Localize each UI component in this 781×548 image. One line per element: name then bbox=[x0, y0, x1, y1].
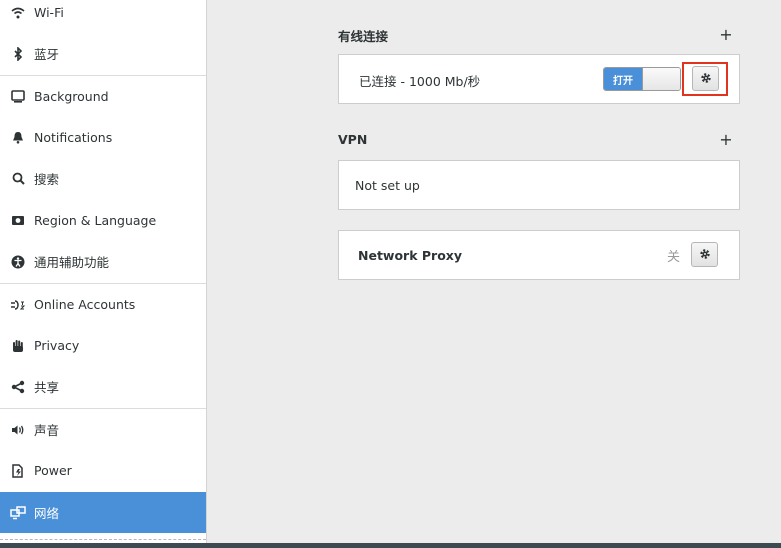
sidebar-item-wifi[interactable]: Wi-Fi bbox=[0, 0, 206, 33]
add-wired-button[interactable]: + bbox=[718, 27, 734, 43]
switch-on-label: 打开 bbox=[604, 68, 642, 90]
proxy-state-label: 关 bbox=[667, 250, 681, 265]
sidebar-item-accessibility[interactable]: 通用辅助功能 bbox=[0, 241, 206, 282]
wired-status: 已连接 - 1000 Mb/秒 bbox=[359, 74, 481, 89]
vpn-status: Not set up bbox=[355, 178, 420, 193]
sidebar-item-label: Power bbox=[34, 463, 72, 478]
sidebar-item-label: 共享 bbox=[34, 380, 60, 395]
sidebar-item-notifications[interactable]: Notifications bbox=[0, 117, 206, 158]
speaker-icon bbox=[10, 422, 26, 438]
sidebar-item-label: Notifications bbox=[34, 130, 113, 145]
sidebar-item-online-accounts[interactable]: Online Accounts bbox=[0, 284, 206, 325]
privacy-hand-icon bbox=[10, 338, 26, 354]
switch-knob bbox=[642, 68, 680, 90]
sidebar-item-label: Online Accounts bbox=[34, 297, 136, 312]
power-icon bbox=[10, 463, 26, 479]
sidebar-item-label: 声音 bbox=[34, 423, 60, 438]
add-vpn-button[interactable]: + bbox=[718, 132, 734, 148]
sidebar-item-label: 蓝牙 bbox=[34, 47, 60, 62]
vpn-panel: Not set up bbox=[338, 160, 740, 210]
proxy-settings-button[interactable] bbox=[691, 242, 718, 267]
bell-icon bbox=[10, 130, 26, 146]
sidebar-item-label: Wi-Fi bbox=[34, 5, 64, 20]
sidebar-item-sound[interactable]: 声音 bbox=[0, 409, 206, 450]
sidebar-item-sharing[interactable]: 共享 bbox=[0, 366, 206, 407]
sidebar-item-region-language[interactable]: Region & Language bbox=[0, 200, 206, 241]
scroll-edge bbox=[0, 539, 206, 540]
sidebar-item-network[interactable]: 网络 bbox=[0, 492, 206, 533]
sidebar-item-label: Background bbox=[34, 89, 109, 104]
gear-icon bbox=[699, 245, 711, 264]
sidebar-item-label: Region & Language bbox=[34, 213, 157, 228]
sidebar-item-label: 通用辅助功能 bbox=[34, 255, 110, 270]
sidebar-item-power[interactable]: Power bbox=[0, 450, 206, 491]
region-icon bbox=[10, 213, 26, 229]
sidebar-item-label: 搜索 bbox=[34, 172, 60, 187]
network-proxy-label: Network Proxy bbox=[358, 248, 463, 263]
bluetooth-icon bbox=[10, 46, 26, 62]
accessibility-icon bbox=[10, 254, 26, 270]
vpn-section-title: VPN bbox=[338, 132, 368, 147]
share-icon bbox=[10, 379, 26, 395]
wired-toggle-switch[interactable]: 打开 bbox=[603, 67, 681, 91]
sidebar-item-privacy[interactable]: Privacy bbox=[0, 325, 206, 366]
wifi-icon bbox=[10, 5, 26, 21]
background-icon bbox=[10, 89, 26, 105]
sidebar-item-search[interactable]: 搜索 bbox=[0, 158, 206, 199]
sidebar-item-background[interactable]: Background bbox=[0, 76, 206, 117]
window-bottom-edge bbox=[0, 543, 781, 548]
online-accounts-icon bbox=[10, 297, 26, 313]
wired-section-title: 有线连接 bbox=[338, 29, 389, 44]
sidebar-item-bluetooth[interactable]: 蓝牙 bbox=[0, 33, 206, 74]
sidebar-item-label: Privacy bbox=[34, 338, 80, 353]
search-icon bbox=[10, 171, 26, 187]
sidebar-item-label: 网络 bbox=[34, 506, 60, 521]
network-icon bbox=[10, 505, 26, 521]
highlight-box bbox=[682, 62, 728, 96]
sidebar: Wi-Fi 蓝牙 Background Notifications 搜索 Reg… bbox=[0, 0, 207, 548]
